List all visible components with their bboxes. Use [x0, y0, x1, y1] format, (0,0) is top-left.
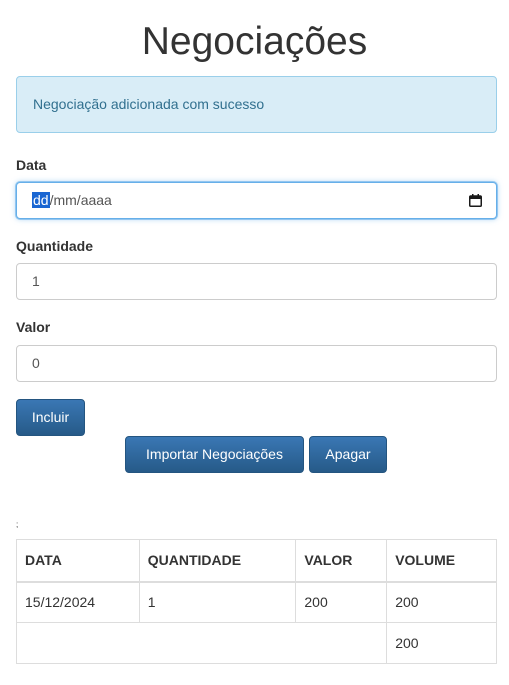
page-title: Negociações — [141, 20, 368, 63]
cell-volume: 200 — [386, 581, 497, 623]
value-input[interactable]: 0 — [16, 345, 497, 382]
header-value: VALOR — [295, 539, 388, 583]
date-day-segment[interactable]: dd — [32, 192, 50, 208]
negotiations-table: DATA QUANTIDADE VALOR VOLUME 15/12/2024 … — [15, 539, 497, 664]
include-button[interactable]: Incluir — [16, 399, 85, 436]
date-year-segment[interactable]: aaaa — [81, 192, 112, 208]
table-header-row: DATA QUANTIDADE VALOR VOLUME — [16, 539, 497, 583]
header-volume: VOLUME — [386, 539, 497, 583]
header-quantity: QUANTIDADE — [138, 539, 297, 583]
table-row: 15/12/2024 1 200 200 — [16, 581, 497, 623]
table-marker: ; — [16, 520, 19, 529]
calendar-icon[interactable] — [469, 194, 482, 207]
quantity-label: Quantidade — [16, 238, 94, 254]
date-label: Data — [16, 157, 47, 173]
quantity-input[interactable]: 1 — [16, 263, 497, 300]
table-footer-row: 200 — [15, 622, 497, 664]
success-alert: Negociação adicionada com sucesso — [16, 76, 497, 133]
footer-empty-cell — [15, 622, 388, 664]
cell-date: 15/12/2024 — [16, 581, 140, 623]
clear-button[interactable]: Apagar — [309, 436, 387, 473]
date-month-segment[interactable]: mm — [53, 192, 76, 208]
date-input[interactable]: dd/mm/aaaa — [16, 182, 497, 219]
footer-total: 200 — [386, 622, 497, 664]
cell-value: 200 — [295, 581, 388, 623]
import-button[interactable]: Importar Negociações — [125, 436, 304, 473]
cell-quantity: 1 — [138, 581, 297, 623]
value-label: Valor — [16, 319, 51, 335]
header-date: DATA — [16, 539, 140, 583]
